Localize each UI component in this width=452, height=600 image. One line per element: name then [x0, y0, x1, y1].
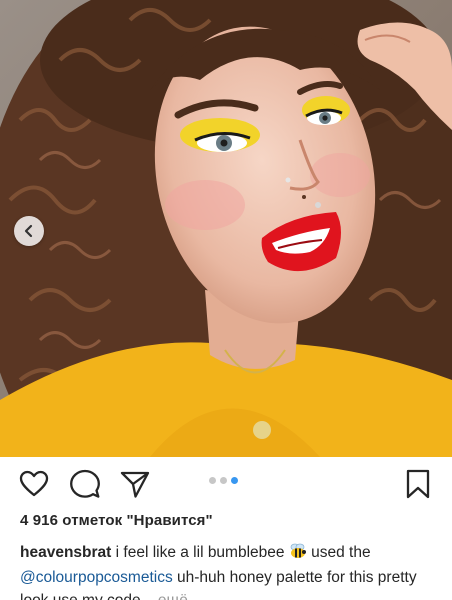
comment-icon [70, 469, 100, 498]
post-photo[interactable] [0, 0, 452, 457]
like-button[interactable] [18, 468, 50, 500]
caption-more-link[interactable]: ещё [158, 592, 188, 600]
caption-username[interactable]: heavensbrat [20, 544, 111, 561]
heart-icon [19, 470, 49, 497]
carousel-prev-button[interactable] [14, 216, 44, 246]
comment-button[interactable] [69, 468, 101, 500]
caption-text: used the [311, 544, 371, 561]
carousel-indicator [209, 477, 238, 484]
bee-emoji-icon [289, 543, 307, 566]
portrait-image [0, 0, 452, 457]
carousel-dot-active [231, 477, 238, 484]
save-button[interactable] [402, 468, 434, 500]
caption-mention-link[interactable]: @colourpopcosmetics [20, 569, 173, 586]
carousel-dot [220, 477, 227, 484]
caption-text: i feel like a lil bumblebee [115, 544, 285, 561]
post-action-bar [0, 457, 452, 511]
post-caption: heavensbrat i feel like a lil bumblebee … [20, 541, 440, 600]
carousel-dot [209, 477, 216, 484]
likes-count[interactable]: 4 916 отметок "Нравится" [20, 512, 213, 529]
share-button[interactable] [119, 468, 151, 500]
bookmark-icon [406, 469, 430, 499]
paper-plane-icon [120, 471, 150, 498]
chevron-left-icon [24, 224, 33, 238]
